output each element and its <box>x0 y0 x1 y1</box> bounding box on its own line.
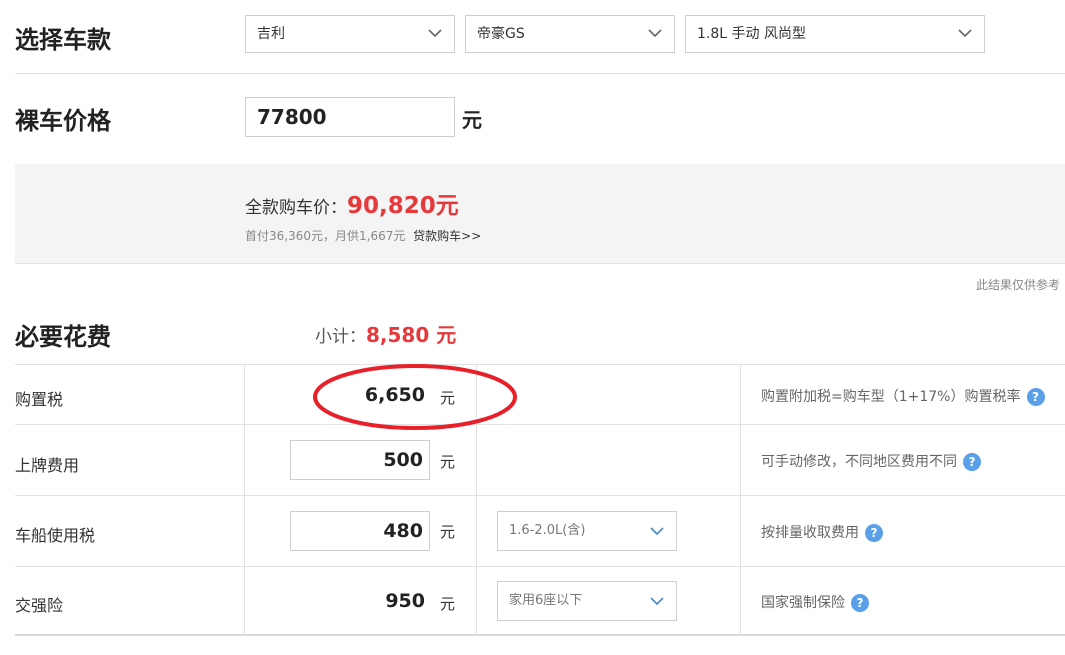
subtotal-value: 8,580 元 <box>366 323 457 347</box>
divider <box>15 73 1065 74</box>
help-icon[interactable]: ? <box>963 453 981 471</box>
red-circle-annotation <box>313 364 517 430</box>
bare-price-input[interactable]: 77800 <box>245 97 455 137</box>
registration-fee-input[interactable]: 500 <box>290 440 430 480</box>
loan-info-line: 首付36,360元，月供1,667元 贷款购车>> <box>245 227 481 244</box>
full-price-line: 全款购车价：90,820元 <box>245 186 459 220</box>
row-label-compulsory-insurance: 交强险 <box>15 596 64 615</box>
chevron-down-icon <box>650 597 664 606</box>
brand-select[interactable]: 吉利 <box>245 15 455 53</box>
vehicle-tax-note-text: 按排量收取费用 <box>761 525 859 541</box>
registration-fee-unit: 元 <box>440 453 456 471</box>
table-line <box>15 495 1065 496</box>
purchase-tax-note-text: 购置附加税=购车型（1+17%）购置税率 <box>761 389 1021 405</box>
select-car-title: 选择车款 <box>15 26 111 54</box>
chevron-down-icon <box>428 29 442 38</box>
chevron-down-icon <box>958 29 972 38</box>
compulsory-insurance-note: 国家强制保险? <box>761 592 869 612</box>
trim-select[interactable]: 1.8L 手动 风尚型 <box>685 15 985 53</box>
registration-fee-note: 可手动修改，不同地区费用不同? <box>761 451 981 471</box>
help-icon[interactable]: ? <box>1026 388 1045 406</box>
bare-price-value: 77800 <box>257 105 327 129</box>
table-column-line <box>740 364 741 634</box>
disclaimer: 此结果仅供参考 <box>975 278 1060 292</box>
model-select[interactable]: 帝豪GS <box>465 15 675 53</box>
table-line <box>15 424 1065 425</box>
purchase-tax-note: 购置附加税=购车型（1+17%）购置税率? <box>761 386 1045 406</box>
help-icon[interactable]: ? <box>851 594 869 612</box>
brand-select-value: 吉利 <box>257 26 285 42</box>
registration-fee-value: 500 <box>383 449 423 471</box>
divider <box>15 263 1065 264</box>
bare-price-title: 裸车价格 <box>15 107 111 135</box>
full-price-value: 90,820元 <box>347 193 459 219</box>
registration-fee-note-text: 可手动修改，不同地区费用不同 <box>761 454 957 470</box>
chevron-down-icon <box>650 527 664 536</box>
vehicle-tax-input[interactable]: 480 <box>290 511 430 551</box>
compulsory-insurance-unit: 元 <box>440 595 456 613</box>
subtotal-label: 小计： <box>315 327 366 347</box>
loan-link[interactable]: 贷款购车>> <box>413 229 481 243</box>
loan-info: 首付36,360元，月供1,667元 <box>245 229 406 243</box>
compulsory-insurance-amount: 950 <box>385 590 425 612</box>
table-line <box>15 634 1065 636</box>
row-label-vehicle-tax: 车船使用税 <box>15 526 96 545</box>
full-price-label: 全款购车价： <box>245 198 347 218</box>
model-select-value: 帝豪GS <box>477 26 525 42</box>
seat-type-select[interactable]: 家用6座以下 <box>497 581 677 621</box>
necessary-title: 必要花费 <box>15 323 111 351</box>
row-label-purchase-tax: 购置税 <box>15 390 64 409</box>
help-icon[interactable]: ? <box>865 524 883 542</box>
table-column-line <box>244 364 245 634</box>
seat-type-select-value: 家用6座以下 <box>509 593 583 608</box>
trim-select-value: 1.8L 手动 风尚型 <box>697 26 806 42</box>
vehicle-tax-unit: 元 <box>440 523 456 541</box>
compulsory-insurance-note-text: 国家强制保险 <box>761 595 845 611</box>
vehicle-tax-note: 按排量收取费用? <box>761 522 883 542</box>
row-label-registration-fee: 上牌费用 <box>15 456 80 475</box>
vehicle-tax-value: 480 <box>383 520 423 542</box>
summary-panel <box>15 164 1065 263</box>
displacement-select[interactable]: 1.6-2.0L(含) <box>497 511 677 551</box>
table-line <box>15 364 1065 365</box>
chevron-down-icon <box>648 29 662 38</box>
displacement-select-value: 1.6-2.0L(含) <box>509 523 586 538</box>
table-line <box>15 566 1065 567</box>
bare-price-unit: 元 <box>462 108 482 132</box>
subtotal: 小计：8,580 元 <box>315 319 456 348</box>
